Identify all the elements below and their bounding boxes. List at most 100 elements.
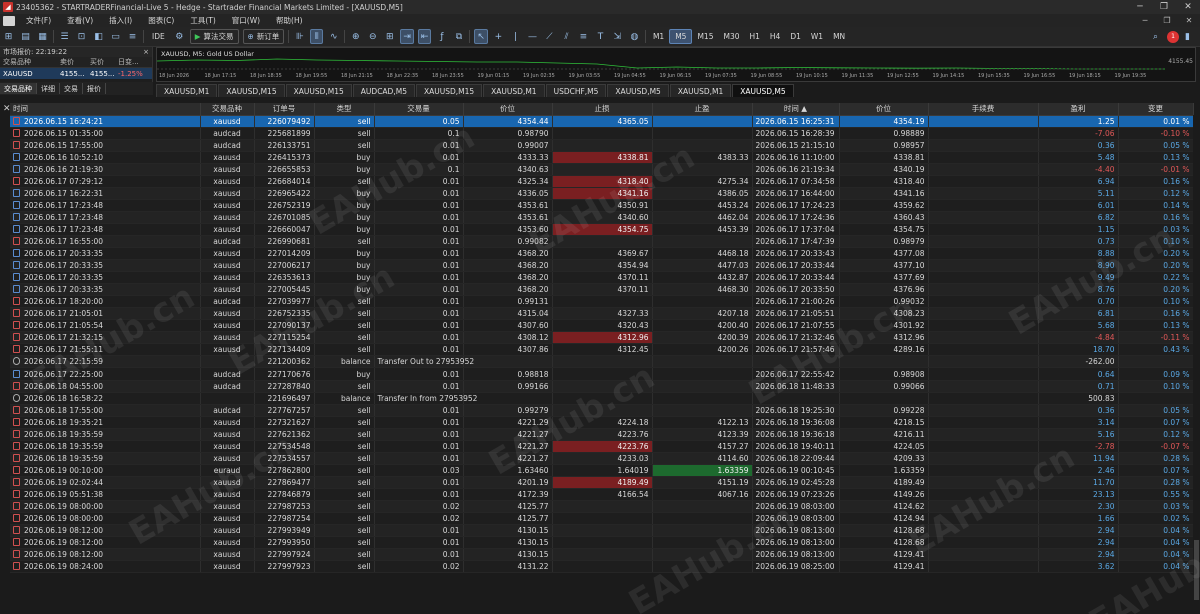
- screenshot-icon[interactable]: ⧉: [452, 29, 465, 44]
- table-row[interactable]: 2026.06.17 17:23:48 xauusd 226701085 buy 0.0…: [10, 211, 1194, 224]
- timeframe-w1[interactable]: W1: [806, 29, 828, 44]
- table-row[interactable]: 2026.06.17 16:22:31 xauusd 226965422 buy 0.0…: [10, 187, 1194, 200]
- table-row[interactable]: 2026.06.19 08:12:00 xauusd 227997924 sell 0.…: [10, 548, 1194, 562]
- restore-button[interactable]: ❐: [1152, 0, 1176, 14]
- col-close-time[interactable]: 时间 ▲: [752, 103, 840, 116]
- table-row[interactable]: 2026.06.18 19:35:59 xauusd 227534557 sell 0.…: [10, 452, 1194, 465]
- col-take-profit[interactable]: 止盈: [652, 103, 753, 116]
- menu-window[interactable]: 窗口(W): [224, 15, 268, 26]
- table-row[interactable]: 2026.06.17 18:20:00 audcad 227039977 sell 0.…: [10, 295, 1194, 309]
- fibonacci-icon[interactable]: ≡: [577, 29, 590, 44]
- document-menu-icon[interactable]: [3, 15, 15, 26]
- table-row[interactable]: 2026.06.17 22:15:59 221200362 balance Trans…: [10, 355, 1194, 369]
- table-row[interactable]: 2026.06.15 16:24:21 xauusd 226079492 sell 0.…: [10, 115, 1194, 128]
- timeframe-m15[interactable]: M15: [692, 29, 718, 44]
- child-close-button[interactable]: ✕: [1178, 14, 1200, 27]
- mw-col-ask[interactable]: 买价: [87, 57, 115, 67]
- new-order-button[interactable]: ⊕ 新订单: [242, 29, 285, 44]
- chart-tab[interactable]: USDCHF,M5: [545, 84, 607, 97]
- child-minimize-button[interactable]: ─: [1134, 14, 1156, 27]
- tab-ticks[interactable]: 报价: [83, 83, 106, 94]
- profiles-icon[interactable]: ▤: [19, 29, 32, 44]
- signal-bars-icon[interactable]: ▮: [1181, 29, 1194, 44]
- table-row[interactable]: 2026.06.19 08:00:00 xauusd 227987253 sell 0.…: [10, 500, 1194, 514]
- col-volume[interactable]: 交易量: [374, 103, 464, 116]
- table-row[interactable]: 2026.06.17 20:33:35 xauusd 227014209 buy 0.0…: [10, 247, 1194, 261]
- col-type[interactable]: 类型: [314, 103, 375, 116]
- child-restore-button[interactable]: ❐: [1156, 14, 1178, 27]
- chart-tab[interactable]: XAUUSD,M15: [218, 84, 285, 97]
- timeframe-mn[interactable]: MN: [828, 29, 850, 44]
- table-row[interactable]: 2026.06.17 22:25:00 audcad 227170676 buy 0.0…: [10, 367, 1194, 381]
- table-row[interactable]: 2026.06.18 04:55:00 audcad 227287840 sell 0.…: [10, 380, 1194, 393]
- horizontal-line-icon[interactable]: —: [526, 29, 539, 44]
- zoom-out-icon[interactable]: ⊖: [366, 29, 379, 44]
- chart-tab[interactable]: XAUUSD,M15: [285, 84, 352, 97]
- table-row[interactable]: 2026.06.17 16:55:00 audcad 226990681 sell 0.…: [10, 235, 1194, 249]
- menu-file[interactable]: 文件(F): [18, 15, 59, 26]
- chart-tab[interactable]: XAUUSD,M5: [732, 84, 794, 97]
- price-chart[interactable]: XAUUSD, M5: Gold US Dollar 4155.45 18 Ju…: [156, 47, 1196, 82]
- mw-col-symbol[interactable]: 交易品种: [0, 57, 57, 67]
- table-row[interactable]: 2026.06.17 20:33:35 xauusd 226353613 buy 0.0…: [10, 271, 1194, 285]
- notification-badge[interactable]: 1: [1167, 30, 1179, 43]
- chart-tab[interactable]: XAUUSD,M1: [669, 84, 732, 97]
- table-row[interactable]: 2026.06.17 21:05:01 xauusd 226752335 sell 0.…: [10, 307, 1194, 321]
- table-row[interactable]: 2026.06.18 19:35:59 xauusd 227534548 sell 0.…: [10, 440, 1194, 453]
- auto-scroll-icon[interactable]: ⇥: [400, 29, 414, 44]
- menu-charts[interactable]: 图表(C): [140, 15, 182, 26]
- search-icon[interactable]: ⌕: [1149, 29, 1162, 44]
- line-chart-icon[interactable]: ∿: [327, 29, 340, 44]
- chart-tab[interactable]: XAUUSD,M5: [607, 84, 669, 97]
- table-row[interactable]: 2026.06.17 20:33:35 xauusd 227006217 buy 0.0…: [10, 259, 1194, 273]
- table-row[interactable]: 2026.06.16 10:52:10 xauusd 226415373 buy 0.0…: [10, 151, 1194, 164]
- col-close-price[interactable]: 价位: [839, 103, 929, 116]
- algo-trading-button[interactable]: ▶ 算法交易: [189, 29, 239, 44]
- vertical-line-icon[interactable]: |: [509, 29, 522, 44]
- arrows-icon[interactable]: ⇲: [611, 29, 624, 44]
- tester-icon[interactable]: ≡: [126, 29, 139, 44]
- table-row[interactable]: 2026.06.18 19:35:59 xauusd 227621362 sell 0.…: [10, 428, 1194, 441]
- table-row[interactable]: 2026.06.19 02:02:44 xauusd 227869477 sell 0.…: [10, 476, 1194, 489]
- table-row[interactable]: 2026.06.19 08:00:00 xauusd 227987254 sell 0.…: [10, 512, 1194, 526]
- menu-view[interactable]: 查看(V): [59, 15, 101, 26]
- text-icon[interactable]: T: [594, 29, 607, 44]
- table-row[interactable]: 2026.06.17 20:33:35 xauusd 227005445 buy 0.0…: [10, 283, 1194, 297]
- table-row[interactable]: 2026.06.17 21:32:15 xauusd 227115254 sell 0.…: [10, 331, 1194, 345]
- col-symbol[interactable]: 交易品种: [200, 103, 255, 116]
- col-open-time[interactable]: 时间: [10, 103, 201, 116]
- table-row[interactable]: 2026.06.18 19:35:21 xauusd 227321627 sell 0.…: [10, 416, 1194, 429]
- tile-windows-icon[interactable]: ⊞: [383, 29, 396, 44]
- market-watch-icon[interactable]: ☰: [58, 29, 71, 44]
- table-row[interactable]: 2026.06.18 16:58:22 221696497 balance Trans…: [10, 392, 1194, 405]
- navigator-icon[interactable]: ◧: [92, 29, 105, 44]
- table-row[interactable]: 2026.06.17 21:55:11 xauusd 227134409 sell 0.…: [10, 343, 1194, 357]
- indicators-icon[interactable]: ƒ: [435, 29, 448, 44]
- templates-icon[interactable]: ▦: [36, 29, 49, 44]
- table-row[interactable]: 2026.06.19 08:12:00 xauusd 227993949 sell 0.…: [10, 524, 1194, 538]
- col-commission[interactable]: 手续费: [928, 103, 1039, 116]
- table-row[interactable]: 2026.06.19 00:10:00 euraud 227862800 sell 0.…: [10, 464, 1194, 477]
- chart-tab[interactable]: XAUUSD,M1: [156, 84, 218, 97]
- vertical-scrollbar[interactable]: [1193, 115, 1200, 614]
- close-button[interactable]: ✕: [1176, 0, 1200, 14]
- table-row[interactable]: 2026.06.15 17:55:00 audcad 226133751 sell 0.…: [10, 139, 1194, 152]
- table-row[interactable]: 2026.06.19 05:51:38 xauusd 227846879 sell 0.…: [10, 488, 1194, 502]
- tab-details[interactable]: 详细: [37, 83, 60, 94]
- timeframe-m1[interactable]: M1: [648, 29, 669, 44]
- table-row[interactable]: 2026.06.17 21:05:54 xauusd 227090137 sell 0.…: [10, 319, 1194, 333]
- table-row[interactable]: 2026.06.18 17:55:00 audcad 227767257 sell 0.…: [10, 404, 1194, 417]
- col-ticket[interactable]: 订单号: [254, 103, 315, 116]
- timeframe-m5[interactable]: M5: [669, 29, 693, 44]
- chart-tab[interactable]: XAUUSD,M15: [415, 84, 483, 97]
- col-open-price[interactable]: 价位: [463, 103, 553, 116]
- crosshair-icon[interactable]: +: [492, 29, 505, 44]
- mw-col-change[interactable]: 日变...: [115, 57, 151, 67]
- chart-tab[interactable]: XAUUSD,M1: [483, 84, 545, 97]
- shapes-icon[interactable]: ◍: [628, 29, 641, 44]
- market-watch-row[interactable]: XAUUSD 4155... 4155... -1.25%: [0, 68, 152, 79]
- table-row[interactable]: 2026.06.17 17:23:48 xauusd 226752319 buy 0.0…: [10, 199, 1194, 212]
- scrollbar-thumb[interactable]: [1194, 540, 1199, 600]
- mw-col-bid[interactable]: 卖价: [57, 57, 87, 67]
- timeframe-d1[interactable]: D1: [785, 29, 806, 44]
